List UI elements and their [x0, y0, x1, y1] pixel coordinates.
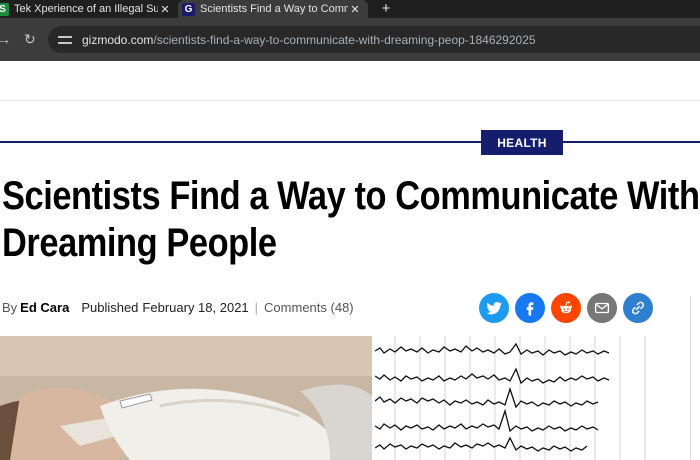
- close-icon[interactable]: ✕: [348, 3, 362, 16]
- copy-link-button[interactable]: [623, 293, 653, 323]
- header-divider: [0, 100, 700, 101]
- twitter-icon: [486, 301, 502, 315]
- byline: By Ed Cara Published February 18, 2021 |…: [2, 300, 354, 315]
- by-label: By: [2, 300, 18, 315]
- article-headline: Scientists Find a Way to Communicate Wit…: [2, 173, 700, 267]
- close-icon[interactable]: ✕: [158, 3, 172, 16]
- email-share-button[interactable]: [587, 293, 617, 323]
- tab-bar: S Tek Xperience of an Illegal Surv ✕ G S…: [0, 0, 700, 18]
- tab-title: Scientists Find a Way to Comm: [200, 3, 348, 15]
- tab-title: Tek Xperience of an Illegal Surv: [14, 3, 158, 15]
- publish-date: February 18, 2021: [142, 300, 249, 315]
- headline-line-2: Dreaming People: [2, 221, 277, 265]
- eeg-trace-image: [375, 336, 656, 460]
- sheets-favicon-icon: S: [0, 2, 9, 16]
- link-icon: [631, 301, 645, 315]
- site-info-icon[interactable]: [58, 34, 72, 46]
- url-text: gizmodo.com/scientists-find-a-way-to-com…: [82, 32, 536, 47]
- address-bar[interactable]: gizmodo.com/scientists-find-a-way-to-com…: [48, 26, 700, 53]
- reload-icon[interactable]: ↻: [24, 30, 36, 48]
- email-icon: [594, 302, 610, 314]
- forward-arrow-icon[interactable]: →: [0, 30, 11, 48]
- headline-line-1: Scientists Find a Way to Communicate Wit…: [2, 174, 700, 218]
- lead-photo-sleeper: [0, 336, 372, 460]
- twitter-share-button[interactable]: [479, 293, 509, 323]
- comments-link[interactable]: Comments (48): [264, 300, 354, 315]
- published-label: Published: [81, 300, 139, 315]
- sidebar-divider: [690, 296, 691, 460]
- category-rule: [0, 141, 700, 143]
- byline-separator: |: [254, 300, 259, 315]
- facebook-icon: [526, 302, 534, 316]
- gizmodo-favicon-icon: G: [182, 2, 195, 16]
- author-link[interactable]: Ed Cara: [20, 300, 69, 315]
- tab-active[interactable]: G Scientists Find a Way to Comm ✕: [178, 0, 368, 18]
- new-tab-plus-icon[interactable]: +: [378, 0, 394, 18]
- article-page: HEALTH Scientists Find a Way to Communic…: [0, 61, 700, 460]
- reddit-icon: [560, 301, 572, 314]
- category-badge[interactable]: HEALTH: [481, 130, 563, 155]
- facebook-share-button[interactable]: [515, 293, 545, 323]
- reddit-share-button[interactable]: [551, 293, 581, 323]
- tab-inactive[interactable]: S Tek Xperience of an Illegal Surv ✕: [0, 0, 178, 18]
- browser-toolbar: → ↻ gizmodo.com/scientists-find-a-way-to…: [0, 18, 700, 61]
